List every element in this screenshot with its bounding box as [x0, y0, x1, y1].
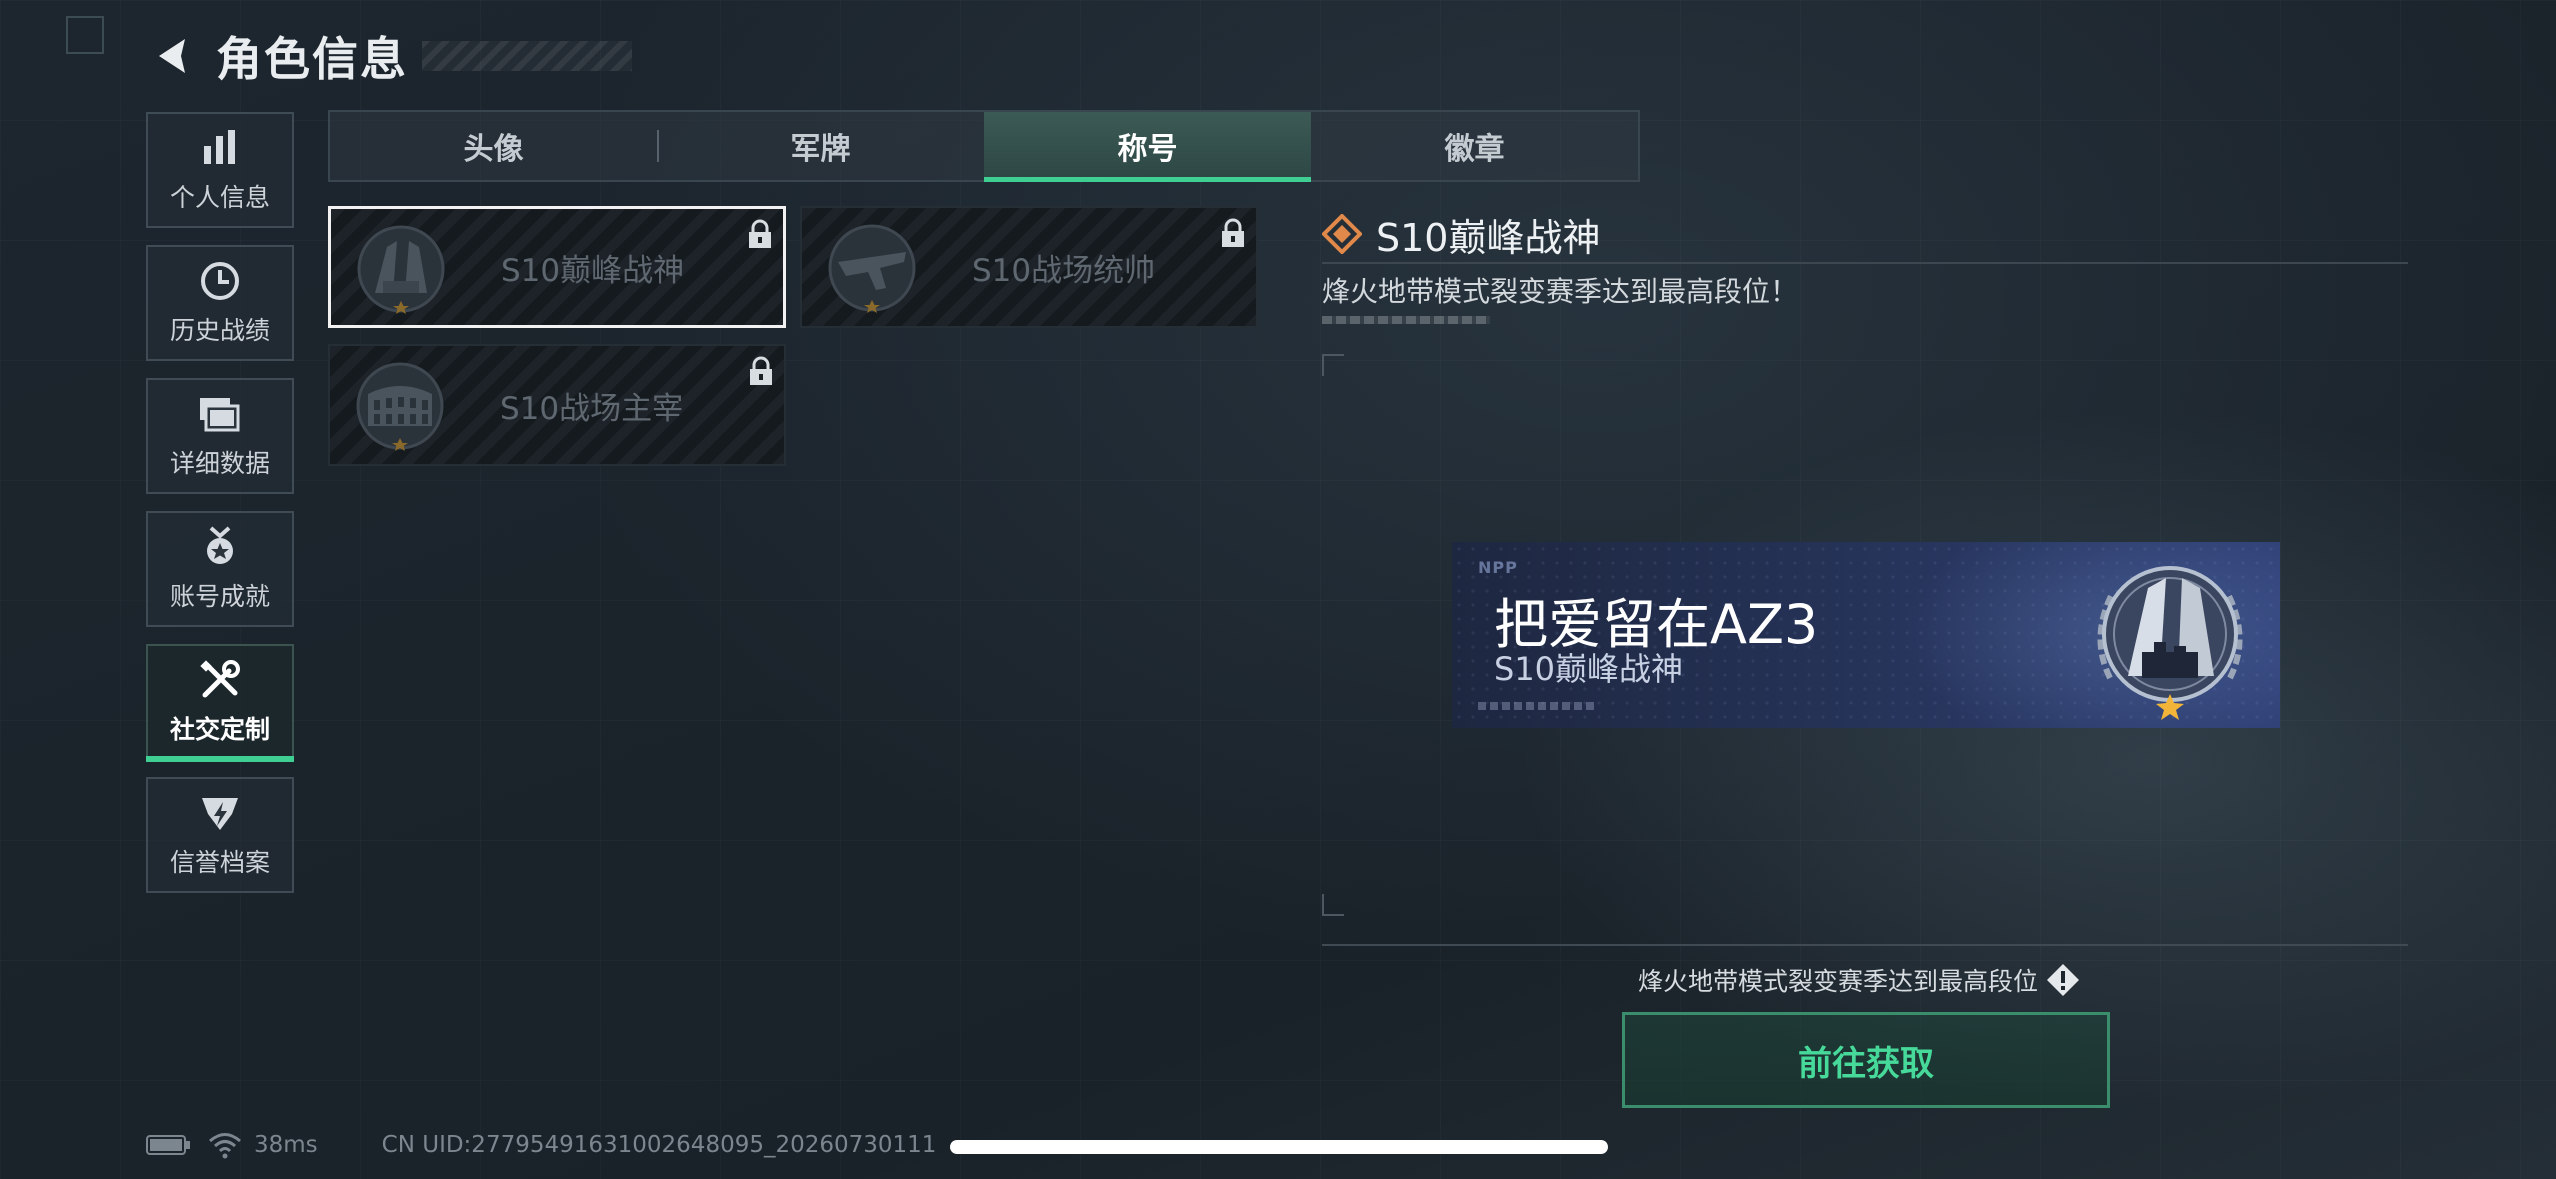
- corner-decoration: [66, 16, 104, 54]
- lock-icon: [750, 356, 772, 385]
- wrench-screwdriver-icon: [198, 658, 242, 702]
- requirement-text: 烽火地带模式裂变赛季达到最高段位: [1638, 967, 2039, 996]
- tower-emblem-icon: [2097, 566, 2243, 720]
- warning-diamond-icon[interactable]: [2046, 963, 2080, 997]
- sidebar-item-credit-record[interactable]: 信誉档案: [146, 777, 294, 893]
- status-bar: 38ms CN UID:27795491631002648095_2026073…: [146, 1130, 936, 1160]
- back-arrow-icon: [159, 39, 185, 73]
- preview-logo: NPP: [1478, 558, 1518, 577]
- back-button[interactable]: [146, 30, 198, 82]
- tab-title[interactable]: 称号: [984, 112, 1311, 182]
- clock-icon: [198, 259, 242, 303]
- description-decoration: [1322, 316, 1490, 324]
- medal-icon: [198, 525, 242, 569]
- detail-description: 烽火地带模式裂变赛季达到最高段位！: [1322, 275, 1799, 308]
- title-preview-card: NPP 把爱留在AZ3 S10巅峰战神: [1452, 542, 2280, 728]
- title-stripe-decoration: [422, 41, 632, 71]
- tower-emblem-icon: [357, 225, 445, 314]
- title-card-battlefield-commander[interactable]: S10战场统帅: [800, 206, 1258, 328]
- sidebar-item-label: 账号成就: [169, 582, 270, 611]
- preview-title: S10巅峰战神: [1494, 650, 1684, 688]
- frame-corner: [1322, 894, 1344, 916]
- tab-dog-tag[interactable]: 军牌: [657, 112, 984, 180]
- sidebar-item-history[interactable]: 历史战绩: [146, 245, 294, 361]
- go-obtain-button[interactable]: 前往获取: [1622, 1012, 2110, 1108]
- tab-badge[interactable]: 徽章: [1311, 112, 1638, 180]
- home-indicator[interactable]: [950, 1140, 1608, 1154]
- sidebar-item-achievements[interactable]: 账号成就: [146, 511, 294, 627]
- page-title: 角色信息: [216, 32, 408, 86]
- wifi-icon: [209, 1133, 241, 1159]
- title-card-name: S10战场主宰: [500, 390, 684, 427]
- requirement-row: 烽火地带模式裂变赛季达到最高段位: [1638, 962, 2080, 998]
- detail-title: S10巅峰战神: [1376, 215, 1601, 260]
- bar-chart-icon: [198, 126, 242, 170]
- frame-corner: [1322, 354, 1344, 376]
- sidebar-item-label: 历史战绩: [169, 316, 270, 345]
- lock-icon: [749, 219, 771, 248]
- preview-footer-decoration: [1478, 702, 1598, 710]
- sidebar-item-label: 个人信息: [169, 183, 270, 212]
- folder-stack-icon: [198, 392, 242, 436]
- title-card-name: S10战场统帅: [972, 252, 1156, 289]
- title-card-name: S10巅峰战神: [501, 252, 685, 289]
- lock-icon: [1222, 218, 1244, 247]
- sidebar-item-detailed-data[interactable]: 详细数据: [146, 378, 294, 494]
- shield-badge-icon: [198, 791, 242, 835]
- battery-icon: [146, 1135, 190, 1155]
- page-header: 角色信息: [146, 22, 632, 90]
- sidebar-item-label: 详细数据: [169, 449, 270, 478]
- detail-header: S10巅峰战神: [1322, 206, 2408, 264]
- colosseum-emblem-icon: [356, 362, 444, 451]
- category-tabs: 头像 军牌 称号 徽章: [328, 110, 1640, 182]
- sidebar-item-social-customization[interactable]: 社交定制: [146, 644, 294, 762]
- sidebar: 个人信息 历史战绩 详细数据 账号成就 社交定制 信誉档案: [146, 112, 296, 910]
- title-diamond-icon: [1322, 214, 1362, 254]
- sidebar-item-label: 社交定制: [169, 715, 270, 744]
- sidebar-item-label: 信誉档案: [169, 848, 270, 877]
- aircraft-emblem-icon: [828, 224, 916, 313]
- sidebar-item-personal-info[interactable]: 个人信息: [146, 112, 294, 228]
- divider: [1322, 944, 2408, 946]
- ping-value: 38ms: [254, 1132, 318, 1158]
- title-card-battlefield-dominator[interactable]: S10战场主宰: [328, 344, 786, 466]
- title-card-peak-war-god[interactable]: S10巅峰战神: [328, 206, 786, 328]
- user-uid: CN UID:27795491631002648095_20260730111: [381, 1132, 937, 1158]
- tab-avatar[interactable]: 头像: [330, 112, 657, 180]
